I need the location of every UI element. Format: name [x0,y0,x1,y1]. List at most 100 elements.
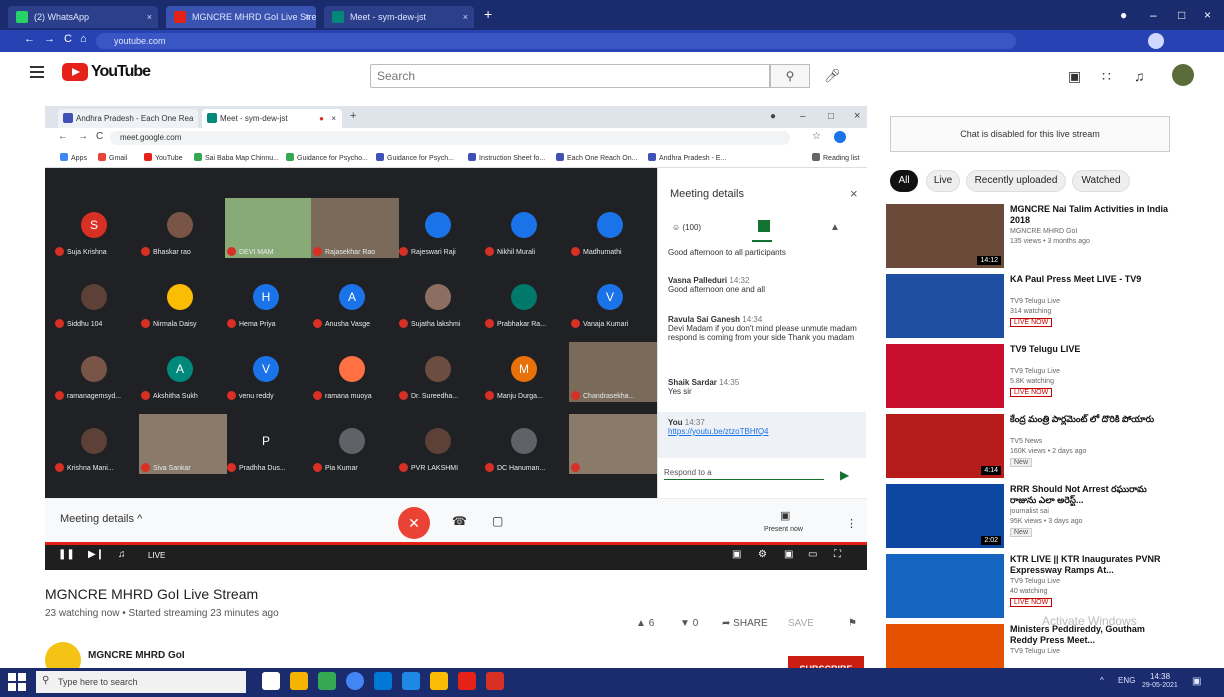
recommended-video[interactable]: KA Paul Press Meet LIVE - TV9 TV9 Telugu … [886,274,1176,340]
video-thumbnail[interactable]: 4:14 [886,414,1004,478]
recommended-video[interactable]: KTR LIVE || KTR Inaugurates PVNR Express… [886,554,1176,620]
clock-date[interactable]: 29-05-2021 [1142,682,1178,689]
chrome-icon[interactable] [346,672,364,690]
participant-tile[interactable]: Chandrasekha... [569,342,657,402]
send-icon[interactable]: ▶ [840,468,849,482]
back-icon[interactable]: ← [24,33,35,45]
settings-gear-icon[interactable]: ⚙ [758,549,767,560]
participant-tile[interactable]: A Akshitha Sukh [139,342,227,402]
share-button[interactable]: ➦ SHARE [722,618,768,629]
participant-tile[interactable]: DC Hanuman... [483,414,571,474]
close-icon[interactable]: × [147,6,152,28]
inner-url-field[interactable]: meet.google.com [110,131,790,145]
bookmark-guidance-1[interactable]: Guidance for Psycho... [286,153,368,162]
video-title[interactable]: KTR LIVE || KTR Inaugurates PVNR Express… [1010,554,1170,576]
participant-tile[interactable]: ramana muoya [311,342,399,402]
menu-icon[interactable] [30,66,44,78]
new-tab-icon[interactable]: + [484,6,492,22]
bookmark-each-one[interactable]: Each One Reach On... [556,153,637,162]
participant-tile[interactable]: Prabhakar Ra... [483,270,571,330]
activities-icon[interactable]: ▲ [830,222,840,233]
report-flag-icon[interactable]: ⚑ [848,618,857,629]
back-icon[interactable]: ← [58,131,68,142]
forward-icon[interactable]: → [78,131,88,142]
video-title[interactable]: MGNCRE Nai Talim Activities in India 201… [1010,204,1170,226]
participant-tile[interactable]: Pia Kumar [311,414,399,474]
participant-tile[interactable]: Madhumathi [569,198,657,258]
chat-input[interactable]: Respond to a [664,468,824,480]
bell-icon[interactable]: ♫ [1134,68,1145,84]
participant-tile[interactable]: Vvenu reddy [225,342,313,402]
tray-chevron-icon[interactable]: ^ [1100,676,1104,685]
video-thumbnail[interactable] [886,344,1004,408]
forward-icon[interactable]: → [44,33,55,45]
participant-tile[interactable]: Rajeswari Raji [397,198,485,258]
channel-name[interactable]: TV9 Telugu Live [1010,368,1060,375]
notification-icon[interactable]: ▣ [1192,676,1201,687]
captions-icon[interactable]: ▣ [732,549,741,560]
message-link[interactable]: https://youtu.be/ztzoTBHfQ4 [668,427,769,436]
participant-tile[interactable]: Bhaskar rao [139,198,227,258]
new-tab-icon[interactable]: + [350,110,356,122]
reload-icon[interactable]: C [64,33,72,45]
task-view-icon[interactable] [262,672,280,690]
bookmark-andhra[interactable]: Andhra Pradesh - E... [648,153,726,162]
app-icon[interactable] [318,672,336,690]
participant-tile[interactable] [569,414,657,474]
language-indicator[interactable]: ENG [1118,676,1135,685]
recommended-video[interactable]: 14:12 MGNCRE Nai Talim Activities in Indi… [886,204,1176,270]
close-icon[interactable]: × [331,109,336,128]
video-thumbnail[interactable]: 2:02 [886,484,1004,548]
maximize-icon[interactable]: □ [1178,8,1185,22]
taskbar-search-input[interactable]: Type here to search [36,671,246,693]
next-icon[interactable]: ▶❙ [88,549,104,560]
miniplayer-icon[interactable]: ▣ [784,549,793,560]
participant-tile[interactable]: ramanagemsyd... [53,342,141,402]
present-now-button[interactable]: Present now [764,526,803,533]
host-tab-whatsapp[interactable]: (2) WhatsApp × [8,6,158,28]
fullscreen-icon[interactable]: ⛶ [834,549,841,560]
recommended-video[interactable]: 4:14 కేంద్ర మంత్రి పార్లమెంట్ లో దొరికి ప… [886,414,1176,480]
chip-all[interactable]: All [890,170,918,192]
host-url-field[interactable]: youtube.com [96,33,1016,49]
youtube-logo-text[interactable]: YouTube [91,63,151,81]
channel-name[interactable]: TV9 Telugu Live [1010,578,1060,585]
participant-tile[interactable]: A Anusha Vasge [311,270,399,330]
clock-time[interactable]: 14:38 [1150,672,1170,681]
participant-tile[interactable]: Krishna Mani... [53,414,141,474]
participant-tile[interactable]: Siva Sankar [139,414,227,474]
participant-tile[interactable]: DEVI MAM [225,198,313,258]
end-call-button[interactable]: ✕ [398,507,430,539]
participant-tile[interactable]: Siddhu 104 [53,270,141,330]
file-explorer-icon[interactable] [290,672,308,690]
chip-recently-uploaded[interactable]: Recently uploaded [966,170,1066,192]
participant-tile[interactable]: V Vanaja Kumari [569,270,657,330]
participant-tile[interactable]: Nirmala Daisy [139,270,227,330]
hangup-icon[interactable]: ☎ [452,514,467,528]
account-icon[interactable] [834,131,846,143]
video-title[interactable]: RRR Should Not Arrest రఘురామ రాజును ఎలా … [1010,484,1170,506]
chip-watched[interactable]: Watched [1072,170,1130,192]
channel-name[interactable]: TV9 Telugu Live [1010,298,1060,305]
mic-icon[interactable]: 🎤︎ [824,68,841,84]
host-tab-meet[interactable]: Meet - sym-dew-jst × [324,6,474,28]
minimize-icon[interactable]: – [1150,8,1157,22]
minimize-icon[interactable]: – [800,111,806,122]
participant-tile[interactable]: Dr. Sureedha... [397,342,485,402]
like-button[interactable]: ▲ 6 [636,618,654,629]
star-icon[interactable]: ☆ [812,131,821,142]
bookmark-guidance-2[interactable]: Guidance for Psych... [376,153,454,162]
recommended-video[interactable]: 2:02 RRR Should Not Arrest రఘురామ రాజును … [886,484,1176,550]
profile-icon[interactable]: ● [1120,8,1127,22]
channel-name[interactable]: MGNCRE MHRD GoI [88,650,185,661]
video-title[interactable]: కేంద్ర మంత్రి పార్లమెంట్ లో దొరికి పోయార… [1010,414,1170,425]
search-input[interactable]: Search [370,64,770,88]
camera-off-icon[interactable]: ▢ [492,514,503,528]
bookmark-reading-list[interactable]: Reading list [812,153,860,162]
more-options-icon[interactable]: ⋮ [846,517,857,530]
search-button[interactable]: ⚲ [770,64,810,88]
video-title[interactable]: KA Paul Press Meet LIVE - TV9 [1010,274,1170,285]
video-thumbnail[interactable]: 14:12 [886,204,1004,268]
volume-icon[interactable]: ♫ [118,549,126,560]
inner-tab-meet[interactable]: Meet - sym-dew-jst ● × [202,109,342,128]
